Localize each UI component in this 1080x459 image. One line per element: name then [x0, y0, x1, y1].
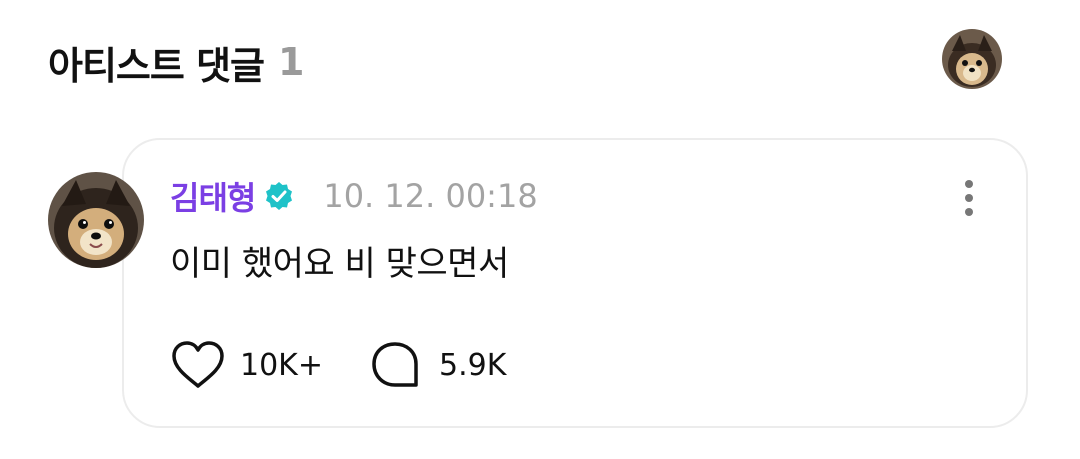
user-avatar[interactable]: [942, 29, 1002, 89]
verified-badge-icon: [263, 180, 295, 212]
more-dot: [965, 180, 973, 188]
comment-count: 1: [278, 40, 305, 84]
like-action[interactable]: 10K+: [170, 338, 323, 392]
reply-bubble-icon[interactable]: [369, 338, 425, 392]
more-dot: [965, 194, 973, 202]
reply-count: 5.9K: [438, 347, 507, 383]
section-title: 아티스트 댓글: [48, 43, 265, 88]
author-name[interactable]: 김태형: [170, 173, 256, 219]
dog-avatar-icon: [942, 29, 1002, 89]
artist-comments-header: 아티스트 댓글 1: [48, 34, 304, 90]
heart-icon[interactable]: [170, 338, 226, 392]
more-options-button[interactable]: [955, 176, 983, 220]
comment-actions: 10K+ 5.9K: [170, 338, 506, 392]
comment-timestamp: 10. 12. 00:18: [323, 177, 538, 215]
comment-meta: 김태형 10. 12. 00:18: [170, 172, 538, 220]
more-dot: [965, 208, 973, 216]
author-avatar[interactable]: [48, 172, 144, 268]
dog-avatar-icon: [48, 172, 144, 268]
like-count: 10K+: [240, 347, 323, 383]
reply-action[interactable]: 5.9K: [369, 338, 506, 392]
comment-text: 이미 했어요 비 맞으면서: [170, 244, 509, 284]
